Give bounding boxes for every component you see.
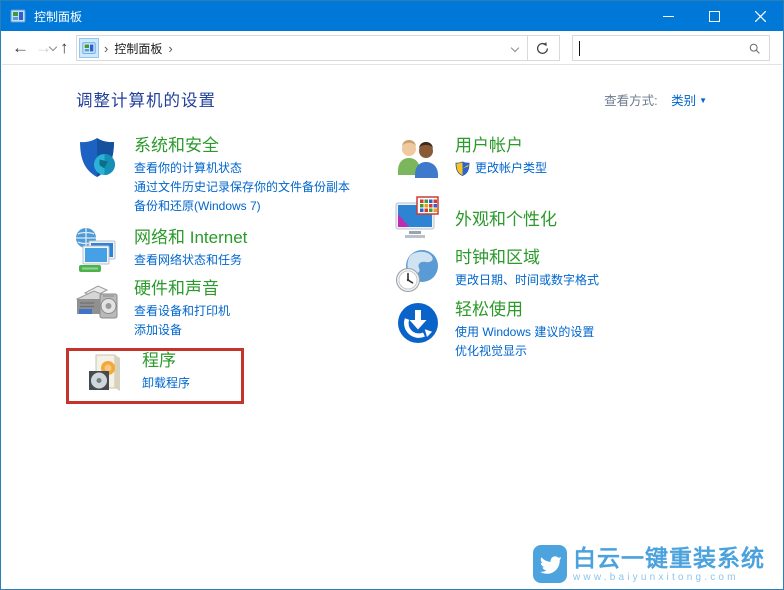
address-dropdown-icon[interactable] — [510, 43, 520, 53]
category-link[interactable]: 更改日期、时间或数字格式 — [455, 271, 599, 290]
uac-shield-icon — [455, 161, 470, 176]
category-title[interactable]: 程序 — [142, 350, 190, 371]
category-network-internet: 网络和 Internet 查看网络状态和任务 — [73, 227, 247, 275]
control-panel-icon[interactable] — [79, 38, 99, 58]
watermark: 白云一键重装系统 www.baiyunxitong.com — [533, 545, 765, 583]
up-button[interactable]: ↑ — [60, 38, 69, 58]
minimize-button[interactable] — [645, 1, 691, 31]
window-controls — [645, 1, 783, 31]
category-ease-of-access: 轻松使用 使用 Windows 建议的设置 优化视觉显示 — [394, 299, 594, 361]
category-title[interactable]: 轻松使用 — [455, 299, 594, 320]
view-by-label: 查看方式: — [604, 94, 658, 108]
clock-region-icon[interactable] — [394, 247, 442, 295]
category-link[interactable]: 优化视觉显示 — [455, 342, 594, 361]
maximize-button[interactable] — [691, 1, 737, 31]
back-button[interactable]: ← — [12, 38, 29, 58]
watermark-title: 白云一键重装系统 — [573, 544, 765, 571]
address-bar[interactable]: › 控制面板 › — [76, 35, 560, 61]
category-link[interactable]: 查看你的计算机状态 — [134, 159, 350, 178]
category-title[interactable]: 时钟和区域 — [455, 247, 599, 268]
category-programs: 程序 卸载程序 — [81, 350, 190, 398]
search-box[interactable] — [572, 35, 770, 61]
breadcrumb-separator-icon[interactable]: › — [168, 41, 172, 56]
appearance-personalization-icon[interactable] — [394, 195, 442, 243]
category-link[interactable]: 备份和还原(Windows 7) — [134, 197, 350, 216]
programs-icon[interactable] — [81, 350, 129, 398]
breadcrumb-separator-icon: › — [104, 40, 109, 56]
category-link-label[interactable]: 更改帐户类型 — [475, 159, 547, 178]
category-link[interactable]: 查看网络状态和任务 — [134, 251, 247, 270]
watermark-bird-icon — [533, 545, 567, 583]
search-icon[interactable] — [748, 42, 761, 55]
window-title: 控制面板 — [34, 9, 83, 24]
refresh-button[interactable] — [528, 41, 556, 56]
category-hardware-sound: 硬件和声音 查看设备和打印机 添加设备 — [73, 278, 230, 340]
category-link[interactable]: 通过文件历史记录保存你的文件备份副本 — [134, 178, 350, 197]
category-link[interactable]: 添加设备 — [134, 321, 230, 340]
category-title[interactable]: 系统和安全 — [134, 135, 350, 156]
category-link[interactable]: 查看设备和打印机 — [134, 302, 230, 321]
ease-of-access-icon[interactable] — [394, 299, 442, 347]
watermark-text: 白云一键重装系统 www.baiyunxitong.com — [573, 544, 765, 583]
category-title[interactable]: 硬件和声音 — [134, 278, 230, 299]
view-by-value[interactable]: 类别 — [671, 94, 696, 108]
system-security-icon[interactable] — [73, 135, 121, 183]
hardware-sound-icon[interactable] — [73, 278, 121, 326]
search-input[interactable] — [573, 36, 748, 60]
control-panel-app-icon — [10, 8, 26, 24]
category-title[interactable]: 外观和个性化 — [455, 209, 557, 230]
text-cursor — [579, 41, 580, 56]
titlebar: 控制面板 — [1, 1, 783, 31]
control-panel-window: 控制面板 ← → ↑ › 控制面板 › 调整计算机的设置 查看方式: 类别 ▼ … — [0, 0, 784, 590]
category-appearance-personalization: 外观和个性化 — [394, 195, 557, 243]
navigation-bar: ← → ↑ › 控制面板 › — [2, 31, 782, 65]
category-title[interactable]: 用户帐户 — [455, 135, 547, 156]
category-clock-region: 时钟和区域 更改日期、时间或数字格式 — [394, 247, 599, 295]
breadcrumb-control-panel[interactable]: 控制面板 — [114, 40, 162, 57]
category-link[interactable]: 使用 Windows 建议的设置 — [455, 323, 594, 342]
category-link[interactable]: 卸载程序 — [142, 374, 190, 393]
network-internet-icon[interactable] — [73, 227, 121, 275]
watermark-url: www.baiyunxitong.com — [573, 571, 739, 583]
view-by-dropdown[interactable]: 类别 ▼ — [671, 94, 707, 108]
category-link[interactable]: 更改帐户类型 — [455, 159, 547, 178]
category-user-accounts: 用户帐户 更改帐户类型 — [394, 135, 547, 183]
user-accounts-icon[interactable] — [394, 135, 442, 183]
view-by-control: 查看方式: 类别 ▼ — [604, 90, 707, 109]
close-button[interactable] — [737, 1, 783, 31]
dropdown-arrow-icon[interactable]: ▼ — [699, 96, 707, 105]
category-title[interactable]: 网络和 Internet — [134, 227, 247, 248]
page-title: 调整计算机的设置 — [76, 92, 216, 110]
category-system-security: 系统和安全 查看你的计算机状态 通过文件历史记录保存你的文件备份副本 备份和还原… — [73, 135, 350, 216]
